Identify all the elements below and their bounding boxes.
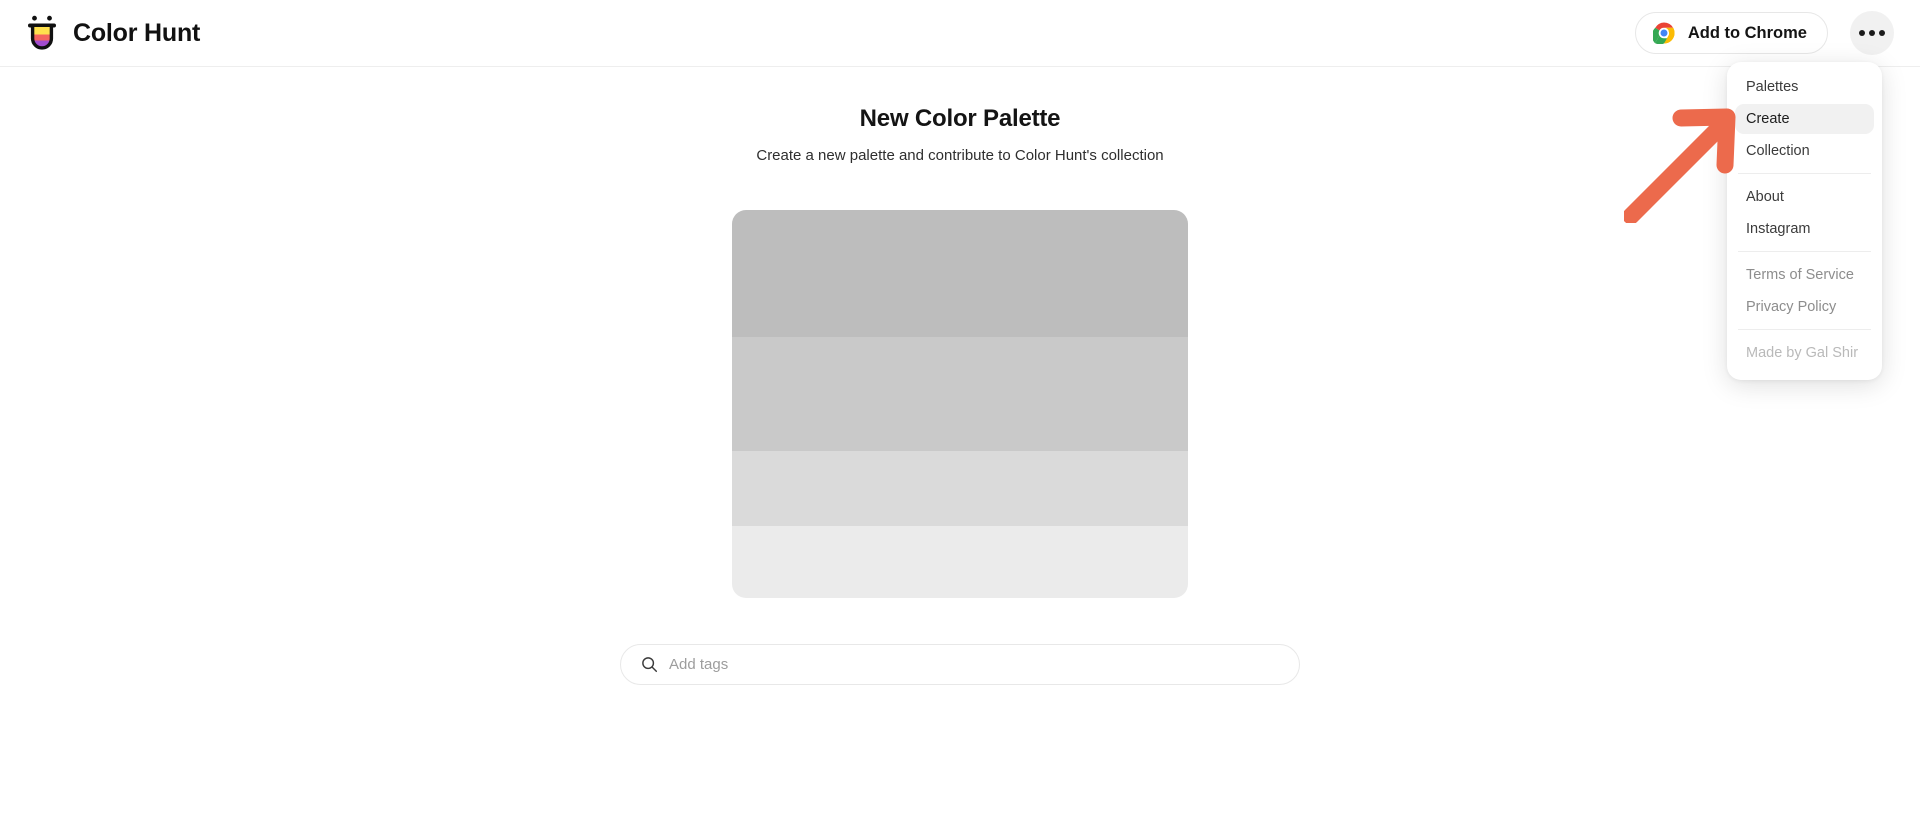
main-content: New Color Palette Create a new palette a… xyxy=(0,67,1920,814)
header-actions: Add to Chrome xyxy=(1634,11,1894,55)
site-header: Color Hunt Add to Chrome xyxy=(0,0,1920,67)
menu-item-collection[interactable]: Collection xyxy=(1735,136,1874,166)
menu-item-terms-of-service[interactable]: Terms of Service xyxy=(1735,260,1874,290)
add-to-chrome-label: Add to Chrome xyxy=(1687,23,1807,42)
add-tags-field[interactable] xyxy=(620,644,1300,685)
palette-band-4[interactable] xyxy=(732,526,1188,598)
search-icon xyxy=(641,656,658,673)
menu-item-privacy-policy[interactable]: Privacy Policy xyxy=(1735,292,1874,322)
palette-band-3[interactable] xyxy=(732,451,1188,526)
dot-3 xyxy=(1879,30,1885,36)
menu-separator xyxy=(1738,251,1871,252)
more-dots-icon[interactable] xyxy=(1850,11,1894,55)
chrome-icon xyxy=(1652,22,1675,44)
new-palette-preview xyxy=(732,210,1188,598)
page-title: New Color Palette xyxy=(859,105,1061,132)
menu-separator xyxy=(1738,329,1871,330)
page-subtitle: Create a new palette and contribute to C… xyxy=(756,147,1164,164)
menu-item-made-by-gal-shir: Made by Gal Shir xyxy=(1746,345,1859,361)
palette-band-2[interactable] xyxy=(732,337,1188,451)
palette-band-1[interactable] xyxy=(732,210,1188,337)
add-to-chrome-button[interactable]: Add to Chrome xyxy=(1634,12,1828,54)
dot-2 xyxy=(1869,30,1875,36)
brand-name: Color Hunt xyxy=(73,18,201,47)
menu-item-instagram[interactable]: Instagram xyxy=(1735,214,1874,244)
color-hunt-logo-icon xyxy=(25,15,59,51)
menu-item-palettes[interactable]: Palettes xyxy=(1735,72,1874,102)
menu-separator xyxy=(1738,173,1871,174)
dot-1 xyxy=(1859,30,1865,36)
menu-item-about[interactable]: About xyxy=(1735,182,1874,212)
add-tags-input[interactable] xyxy=(669,645,1279,684)
main-dropdown-menu: Palettes Create Collection About Instagram Te… xyxy=(1727,62,1882,380)
menu-item-create[interactable]: Create xyxy=(1735,104,1874,134)
brand-home-link[interactable]: Color Hunt xyxy=(25,15,200,51)
